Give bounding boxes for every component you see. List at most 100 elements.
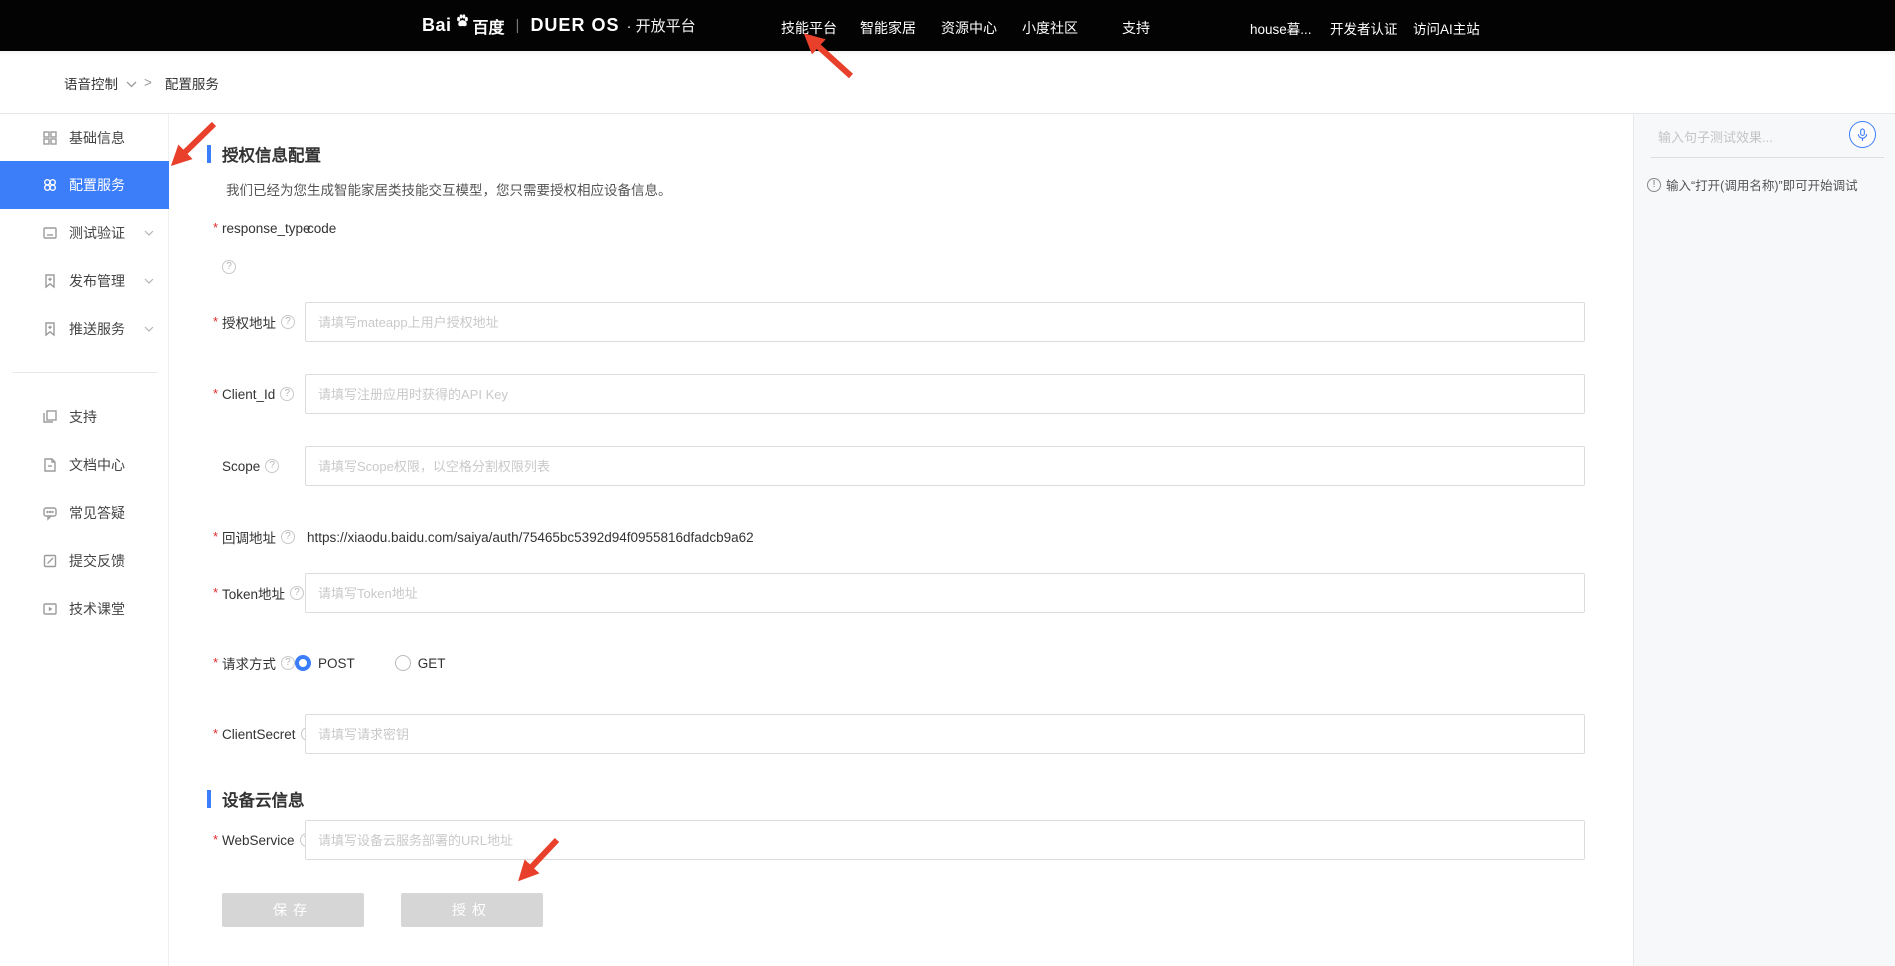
- required-asterisk: *: [213, 529, 218, 544]
- bookmark-plus-icon: [42, 321, 58, 337]
- sidebar-item-config-service[interactable]: 配置服务: [0, 161, 169, 209]
- response-type-value: code: [307, 208, 336, 248]
- callback-url-value: https://xiaodu.baidu.com/saiya/auth/7546…: [307, 517, 754, 557]
- save-button[interactable]: 保存: [222, 893, 364, 927]
- nav-resource-center[interactable]: 资源中心: [941, 18, 997, 38]
- request-method-group: POST GET: [295, 643, 486, 683]
- client-id-input[interactable]: [305, 374, 1585, 414]
- radio-get[interactable]: [395, 655, 411, 671]
- platform-suffix: · 开放平台: [626, 15, 695, 36]
- bookmark-plus-icon: [42, 273, 58, 289]
- video-icon: [42, 601, 58, 617]
- section-accent-bar: [207, 790, 211, 808]
- mic-button[interactable]: [1849, 121, 1876, 148]
- section-title: 授权信息配置: [222, 142, 321, 166]
- required-asterisk: *: [213, 655, 218, 670]
- test-card-icon: [42, 225, 58, 241]
- radio-post-label: POST: [318, 656, 355, 671]
- grid-icon: [42, 130, 58, 146]
- section-device-cloud: 设备云信息: [207, 787, 305, 811]
- baidu-paw-icon: [453, 12, 472, 29]
- required-asterisk: *: [213, 220, 218, 235]
- radio-get-label: GET: [418, 656, 446, 671]
- required-asterisk: *: [213, 726, 218, 741]
- input-underline: [1651, 157, 1884, 158]
- client-secret-label: * ClientSecret: [222, 714, 315, 754]
- section-accent-bar: [207, 145, 211, 163]
- chat-icon: [42, 505, 58, 521]
- authorize-button[interactable]: 授权: [401, 893, 543, 927]
- test-hint: 输入“打开(调用名称)”即可开始调试: [1647, 175, 1858, 194]
- nav-username[interactable]: house暮...: [1250, 18, 1312, 38]
- mic-icon: [1857, 128, 1868, 142]
- section-description: 我们已经为您生成智能家居类技能交互模型，您只需要授权相应设备信息。: [226, 179, 672, 199]
- baidu-logo-cn: 百度: [473, 14, 505, 38]
- chevron-down-icon: [144, 278, 154, 284]
- token-url-label: * Token地址: [222, 573, 304, 613]
- help-icon[interactable]: [290, 586, 304, 600]
- sidebar-item-tech-class[interactable]: 技术课堂: [0, 585, 169, 633]
- copy-icon: [42, 409, 58, 425]
- response-type-label: * response_type: [222, 208, 311, 248]
- callback-url-label: * 回调地址: [222, 517, 295, 557]
- client-id-label: * Client_Id: [222, 374, 294, 414]
- document-icon: [42, 457, 58, 473]
- token-url-input[interactable]: [305, 573, 1585, 613]
- clover-icon: [42, 177, 58, 193]
- breadcrumb-separator: >: [144, 75, 152, 90]
- edit-icon: [42, 553, 58, 569]
- radio-post[interactable]: [295, 655, 311, 671]
- required-asterisk: *: [213, 832, 218, 847]
- sidebar-item-push-service[interactable]: 推送服务: [0, 305, 169, 353]
- breadcrumb-parent[interactable]: 语音控制: [64, 73, 118, 93]
- help-icon[interactable]: [280, 387, 294, 401]
- baidu-logo-text: Bai: [422, 15, 452, 36]
- chevron-down-icon: [144, 230, 154, 236]
- help-icon[interactable]: [222, 260, 236, 274]
- auth-url-label: * 授权地址: [222, 302, 295, 342]
- sidebar-item-feedback[interactable]: 提交反馈: [0, 537, 169, 585]
- client-secret-input[interactable]: [305, 714, 1585, 754]
- help-icon[interactable]: [281, 530, 295, 544]
- dueros-logo-text: DUER OS: [530, 15, 619, 36]
- sidebar-item-test-verify[interactable]: 测试验证: [0, 209, 169, 257]
- chevron-down-icon[interactable]: [126, 81, 137, 88]
- sidebar-item-publish-manage[interactable]: 发布管理: [0, 257, 169, 305]
- required-asterisk: *: [213, 386, 218, 401]
- required-asterisk: *: [213, 585, 218, 600]
- brand-logo[interactable]: Bai 百度 | DUER OS · 开放平台: [422, 0, 696, 51]
- help-icon[interactable]: [281, 656, 295, 670]
- chevron-down-icon: [144, 326, 154, 332]
- nav-smart-home[interactable]: 智能家居: [860, 18, 916, 38]
- breadcrumb-current: 配置服务: [165, 73, 219, 93]
- sidebar-divider: [12, 372, 157, 373]
- request-method-label: * 请求方式: [222, 643, 295, 683]
- help-icon[interactable]: [281, 315, 295, 329]
- nav-skill-platform[interactable]: 技能平台: [781, 18, 837, 38]
- nav-support[interactable]: 支持: [1122, 18, 1150, 38]
- web-service-input[interactable]: [305, 820, 1585, 860]
- scope-input[interactable]: [305, 446, 1585, 486]
- nav-xiaodu-community[interactable]: 小度社区: [1022, 18, 1078, 38]
- top-navbar: Bai 百度 | DUER OS · 开放平台 技能平台 智能家居 资源中心 小…: [0, 0, 1895, 51]
- test-panel: 输入“打开(调用名称)”即可开始调试: [1633, 114, 1895, 966]
- required-asterisk: *: [213, 314, 218, 329]
- section-title: 设备云信息: [222, 787, 305, 811]
- help-icon[interactable]: [265, 459, 279, 473]
- logo-divider: |: [516, 17, 520, 34]
- nav-ai-site[interactable]: 访问AI主站: [1413, 18, 1480, 38]
- section-auth-config: 授权信息配置: [207, 142, 321, 166]
- sidebar-item-faq[interactable]: 常见答疑: [0, 489, 169, 537]
- scope-label: Scope: [222, 446, 279, 486]
- breadcrumb-bar: 语音控制 > 配置服务: [0, 51, 1895, 114]
- sidebar-item-support[interactable]: 支持: [0, 393, 169, 441]
- sidebar: 基础信息 配置服务 测试验证 发布管理: [0, 114, 169, 966]
- info-icon: [1647, 178, 1661, 192]
- test-sentence-input[interactable]: [1656, 122, 1841, 152]
- sidebar-item-basic-info[interactable]: 基础信息: [0, 114, 169, 162]
- web-service-label: * WebService: [222, 820, 314, 860]
- auth-url-input[interactable]: [305, 302, 1585, 342]
- nav-developer-cert[interactable]: 开发者认证: [1330, 18, 1398, 38]
- breadcrumb: 语音控制 > 配置服务: [64, 51, 219, 114]
- sidebar-item-doc-center[interactable]: 文档中心: [0, 441, 169, 489]
